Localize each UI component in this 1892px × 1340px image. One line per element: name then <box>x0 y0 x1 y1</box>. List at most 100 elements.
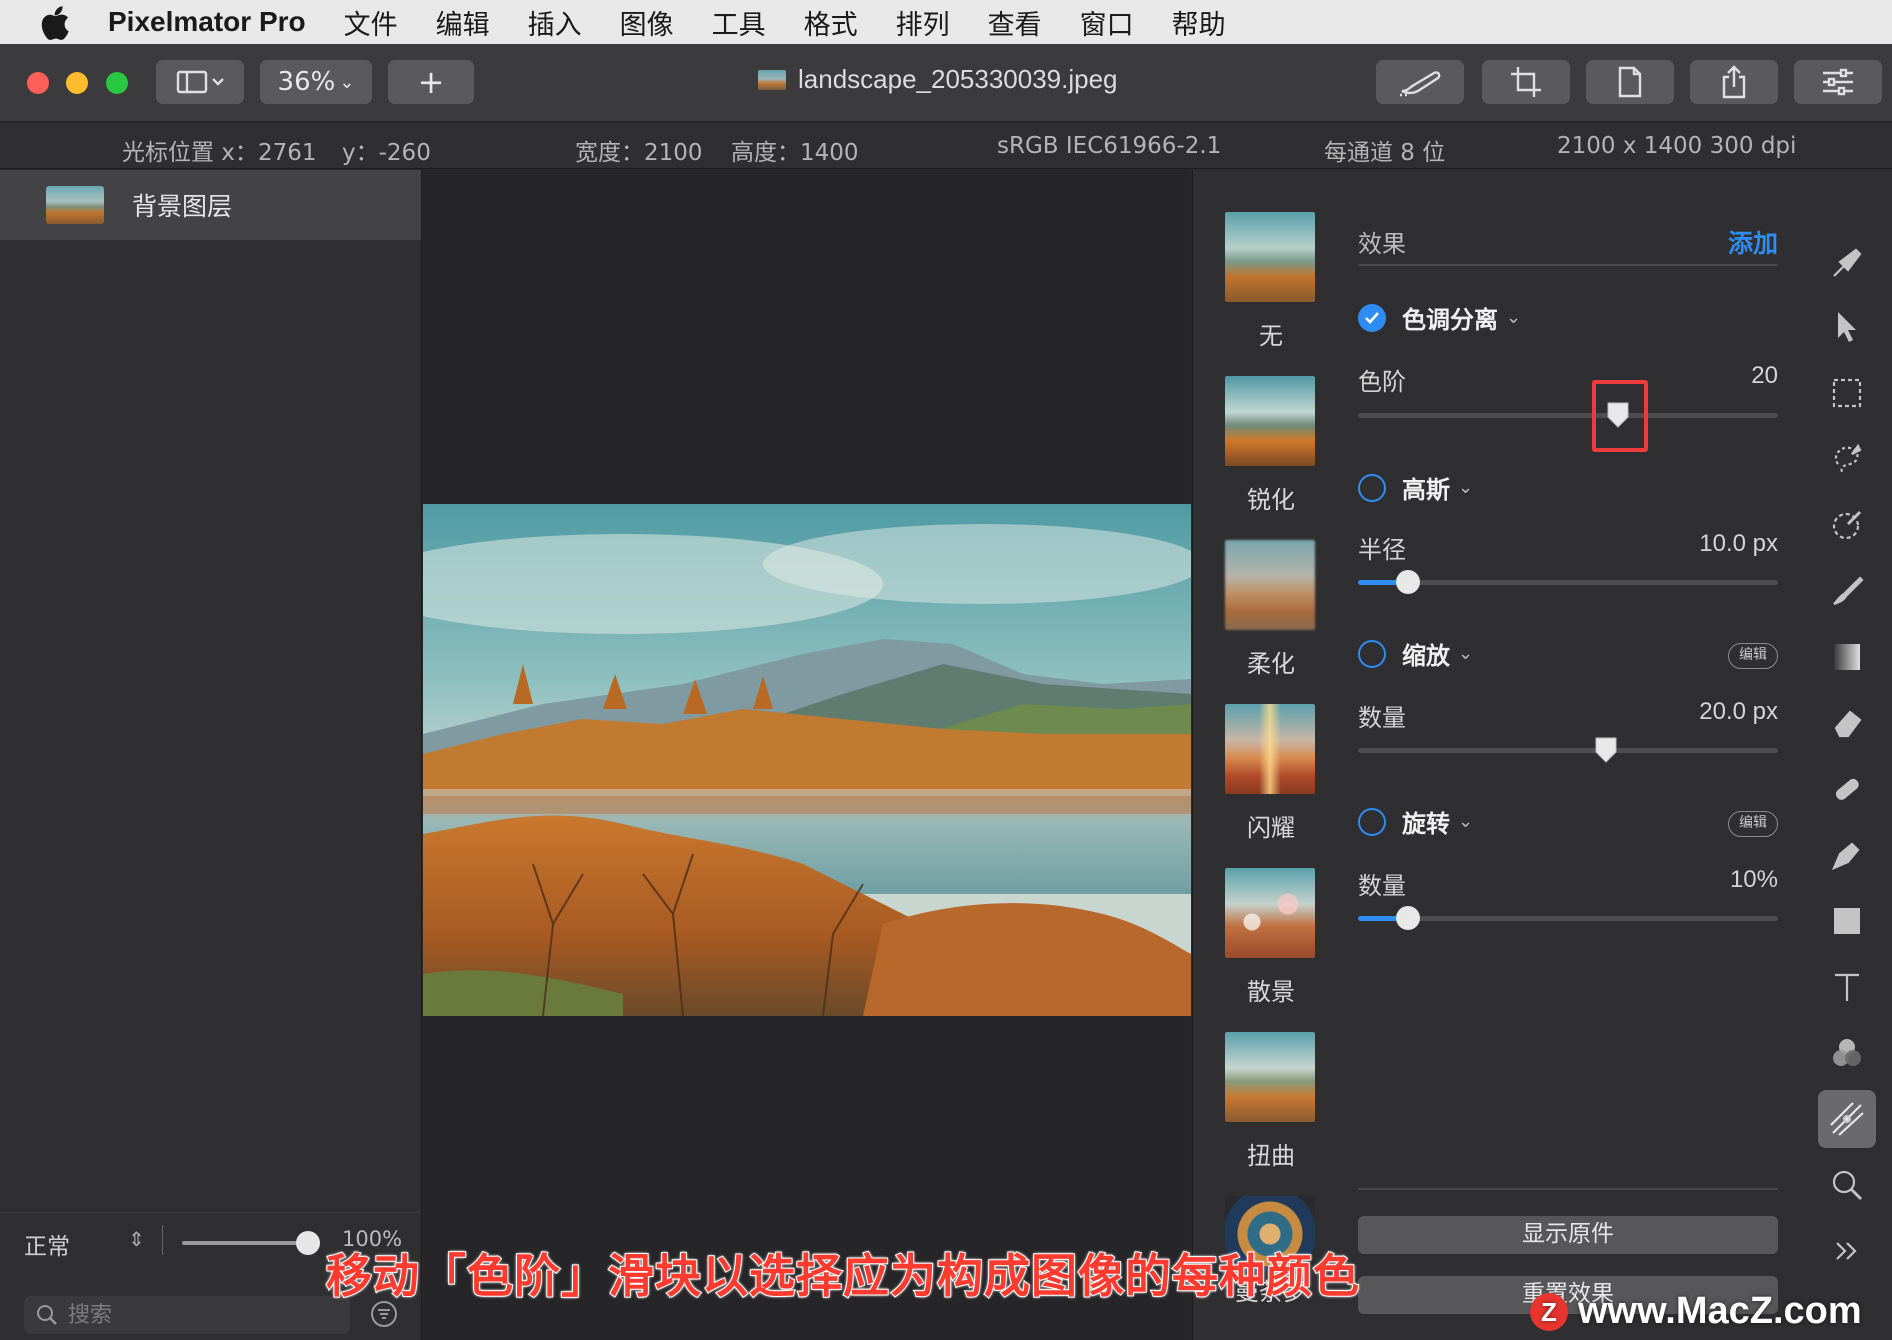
twirl-amount-slider[interactable] <box>1358 906 1778 930</box>
eraser-icon <box>1834 710 1862 738</box>
menu-edit[interactable]: 编辑 <box>436 3 490 42</box>
show-original-button[interactable]: 显示原件 <box>1358 1216 1778 1254</box>
param-value[interactable]: 10.0 px <box>1699 530 1778 558</box>
chevron-down-icon: ⌄ <box>1458 477 1474 498</box>
effects-tool[interactable] <box>1818 1090 1876 1148</box>
type-tool[interactable] <box>1824 964 1870 1010</box>
layer-search-field[interactable] <box>24 1296 350 1334</box>
posterize-levels-slider[interactable] <box>1358 402 1778 428</box>
param-label: 半径 <box>1358 536 1406 564</box>
effect-preset-glow[interactable]: 闪耀 <box>1225 704 1317 843</box>
effect-thumbnail <box>1225 376 1315 466</box>
effect-preset-distort[interactable]: 扭曲 <box>1225 1032 1317 1171</box>
menu-app-name[interactable]: Pixelmator Pro <box>108 6 306 38</box>
landscape-photo[interactable] <box>423 504 1191 1016</box>
effect-name: 色调分离 <box>1402 306 1498 334</box>
layer-row[interactable]: 背景图层 <box>0 170 421 240</box>
menu-file[interactable]: 文件 <box>344 3 398 42</box>
close-window-button[interactable] <box>27 72 49 94</box>
format-brush-button[interactable] <box>1376 60 1464 104</box>
effect-enable-checkbox[interactable] <box>1358 639 1386 668</box>
slider-knob[interactable] <box>1594 736 1618 764</box>
sidebar-toggle-button[interactable] <box>156 60 244 104</box>
magnifier-icon <box>1832 1170 1863 1201</box>
edit-effect-button[interactable]: 编辑 <box>1728 811 1778 837</box>
share-button[interactable] <box>1690 60 1778 104</box>
gradient-tool[interactable] <box>1824 634 1870 680</box>
minimize-window-button[interactable] <box>66 72 88 94</box>
pen-tool[interactable] <box>1824 832 1870 878</box>
effect-enable-checkbox[interactable] <box>1358 807 1386 836</box>
zoom-tool[interactable] <box>1824 1162 1870 1208</box>
chevron-down-icon: ⌄ <box>339 71 355 93</box>
menu-format[interactable]: 格式 <box>804 3 858 42</box>
lasso-tool[interactable] <box>1824 436 1870 482</box>
menu-tools[interactable]: 工具 <box>712 3 766 42</box>
gaussian-radius-slider[interactable] <box>1358 570 1778 594</box>
effect-preset-label: 无 <box>1259 322 1283 350</box>
lasso-icon <box>1834 443 1862 473</box>
param-value[interactable]: 10% <box>1730 866 1778 894</box>
blend-mode-select[interactable]: 正常 <box>24 1227 70 1261</box>
menu-arrange[interactable]: 排列 <box>896 3 950 42</box>
adjustments-button[interactable] <box>1794 60 1882 104</box>
add-button[interactable]: + <box>388 60 474 104</box>
effect-enable-checkbox[interactable] <box>1358 473 1386 502</box>
menu-window[interactable]: 窗口 <box>1080 3 1134 42</box>
effect-zoom-header[interactable]: 缩放 ⌄ <box>1358 636 1473 671</box>
selection-tool[interactable] <box>1824 370 1870 416</box>
quick-selection-tool[interactable] <box>1824 502 1870 548</box>
opacity-slider-track[interactable] <box>182 1241 307 1245</box>
menu-image[interactable]: 图像 <box>620 3 674 42</box>
more-tools-button[interactable] <box>1824 1228 1870 1274</box>
opacity-slider-knob[interactable] <box>296 1231 320 1255</box>
info-bar: 光标位置 x：2761 y：-260 宽度：2100 高度：1400 sRGB … <box>0 123 1892 169</box>
rectangle-icon <box>1834 908 1860 934</box>
edit-effect-button[interactable]: 编辑 <box>1728 643 1778 669</box>
height-readout: 高度：1400 <box>731 140 859 166</box>
effect-enable-checkbox[interactable] <box>1358 303 1386 332</box>
menu-insert[interactable]: 插入 <box>528 3 582 42</box>
effect-preset-none[interactable]: 无 <box>1225 212 1317 351</box>
effect-posterize-header[interactable]: 色调分离 ⌄ <box>1358 300 1521 335</box>
param-label: 数量 <box>1358 704 1406 732</box>
zoom-amount-slider[interactable] <box>1358 737 1778 763</box>
layers-panel: 背景图层 正常 ⇕ 100% <box>0 170 422 1340</box>
paint-brush-tool[interactable] <box>1824 568 1870 614</box>
arrange-tool[interactable] <box>1824 304 1870 350</box>
effect-name: 旋转 <box>1402 810 1450 838</box>
color-adjust-tool[interactable] <box>1824 1030 1870 1076</box>
effect-preset-sharpen[interactable]: 锐化 <box>1225 376 1317 515</box>
slider-knob[interactable] <box>1396 570 1421 594</box>
effect-thumbnail <box>1225 212 1315 302</box>
shape-tool[interactable] <box>1824 898 1870 944</box>
search-input[interactable] <box>68 1300 338 1330</box>
width-readout: 宽度：2100 <box>575 140 703 166</box>
slider-knob[interactable] <box>1396 906 1421 930</box>
effect-preset-label: 柔化 <box>1247 650 1295 678</box>
add-effect-button[interactable]: 添加 <box>1728 224 1778 260</box>
menu-view[interactable]: 查看 <box>988 3 1042 42</box>
effect-preset-label: 散景 <box>1247 978 1295 1006</box>
tutorial-caption: 移动「色阶」滑块以选择应为构成图像的每种颜色 <box>325 1248 1360 1304</box>
repair-tool[interactable] <box>1824 766 1870 812</box>
effect-preset-bokeh[interactable]: 散景 <box>1225 868 1317 1007</box>
image-canvas[interactable] <box>423 170 1191 1340</box>
crop-button[interactable] <box>1482 60 1570 104</box>
param-value[interactable]: 20 <box>1751 362 1778 390</box>
effect-preset-soften[interactable]: 柔化 <box>1225 540 1317 679</box>
effect-twirl-header[interactable]: 旋转 ⌄ <box>1358 804 1473 839</box>
style-tool[interactable] <box>1824 240 1870 286</box>
blend-mode-stepper-icon[interactable]: ⇕ <box>128 1227 145 1251</box>
chevron-down-icon: ⌄ <box>1458 643 1474 664</box>
landscape-image <box>423 504 1191 1016</box>
param-value[interactable]: 20.0 px <box>1699 698 1778 726</box>
apple-icon[interactable] <box>40 6 70 40</box>
gradient-icon <box>1834 644 1860 670</box>
zoom-level-button[interactable]: 36% ⌄ <box>260 60 372 104</box>
zoom-window-button[interactable] <box>106 72 128 94</box>
menu-help[interactable]: 帮助 <box>1172 3 1226 42</box>
effect-gaussian-header[interactable]: 高斯 ⌄ <box>1358 470 1473 505</box>
eraser-tool[interactable] <box>1824 700 1870 746</box>
document-button[interactable] <box>1586 60 1674 104</box>
